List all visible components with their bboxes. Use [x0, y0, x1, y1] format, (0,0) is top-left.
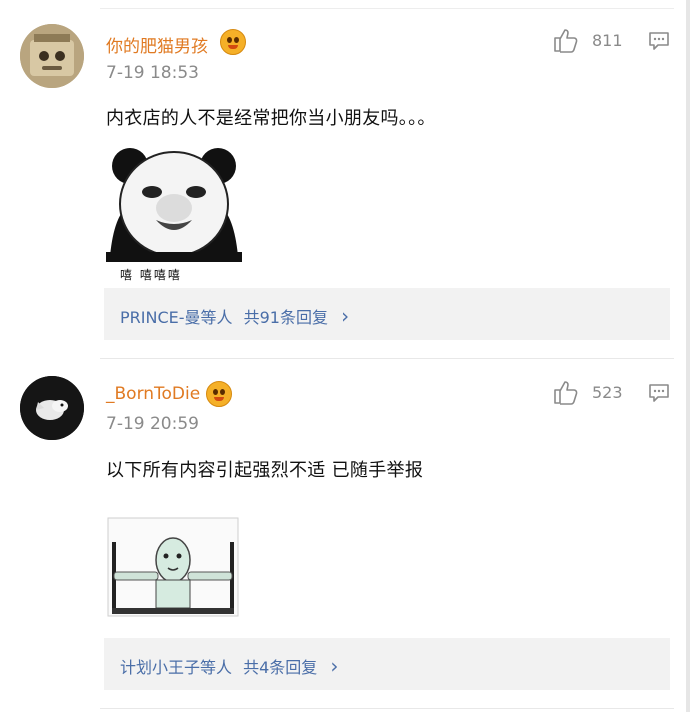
thumbs-up-icon[interactable] — [552, 379, 578, 405]
comment-divider — [100, 708, 674, 709]
reply-names: 计划小王子等人 — [120, 658, 233, 677]
like-count: 523 — [592, 383, 623, 402]
reply-count: 共4条回复 — [243, 658, 318, 677]
comment-text: 以下所有内容引起强烈不适 已随手举报 — [106, 460, 424, 481]
avatar[interactable] — [20, 376, 84, 440]
username[interactable]: _BornToDie — [106, 384, 200, 404]
reply-bubble-icon[interactable] — [648, 383, 670, 403]
comment-timestamp: 7-19 20:59 — [106, 414, 199, 434]
avatar-image — [20, 376, 84, 440]
meme-sticker[interactable] — [106, 516, 240, 618]
reply-summary[interactable]: 计划小王子等人 共4条回复 › — [120, 654, 338, 678]
vip-emoji-badge-icon — [206, 381, 232, 407]
replies-preview[interactable]: 计划小王子等人 共4条回复 › — [104, 638, 670, 690]
chevron-right-icon: › — [330, 654, 339, 678]
comment-item: _BornToDie 7-19 20:59 523 以下所有内容引起强烈不适 已… — [0, 0, 690, 712]
